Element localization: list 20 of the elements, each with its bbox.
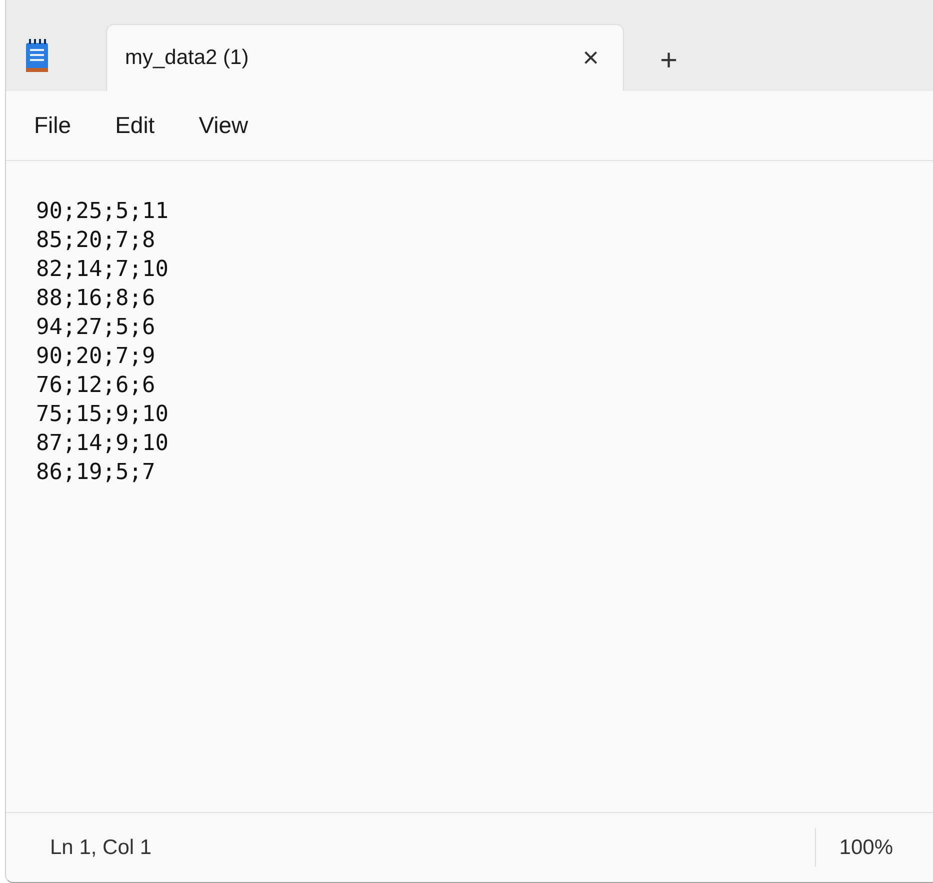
notepad-icon xyxy=(24,39,50,73)
text-line: 88;16;8;6 xyxy=(36,285,156,313)
text-line: 86;19;5;7 xyxy=(36,459,156,487)
text-line: 90;25;5;11 xyxy=(36,198,170,226)
text-line: 76;12;6;6 xyxy=(36,372,156,400)
text-line: 90;20;7;9 xyxy=(36,343,156,371)
menu-item[interactable]: View xyxy=(186,104,260,147)
zoom-level[interactable]: 100% xyxy=(815,828,933,868)
text-line: 75;15;9;10 xyxy=(36,401,170,429)
cursor-position: Ln 1, Col 1 xyxy=(49,834,153,861)
new-tab-button[interactable]: + xyxy=(654,45,684,77)
menu-item[interactable]: Edit xyxy=(103,104,167,147)
text-line: 94;27;5;6 xyxy=(36,314,156,342)
close-tab-button[interactable]: × xyxy=(576,44,605,72)
document-tab[interactable]: my_data2 (1) × xyxy=(106,24,624,91)
menu-item[interactable]: File xyxy=(22,104,84,147)
text-line: 85;20;7;8 xyxy=(36,227,156,255)
text-line: 87;14;9;10 xyxy=(36,430,170,458)
text-line: 82;14;7;10 xyxy=(36,256,170,284)
tab-title: my_data2 (1) xyxy=(125,45,250,72)
